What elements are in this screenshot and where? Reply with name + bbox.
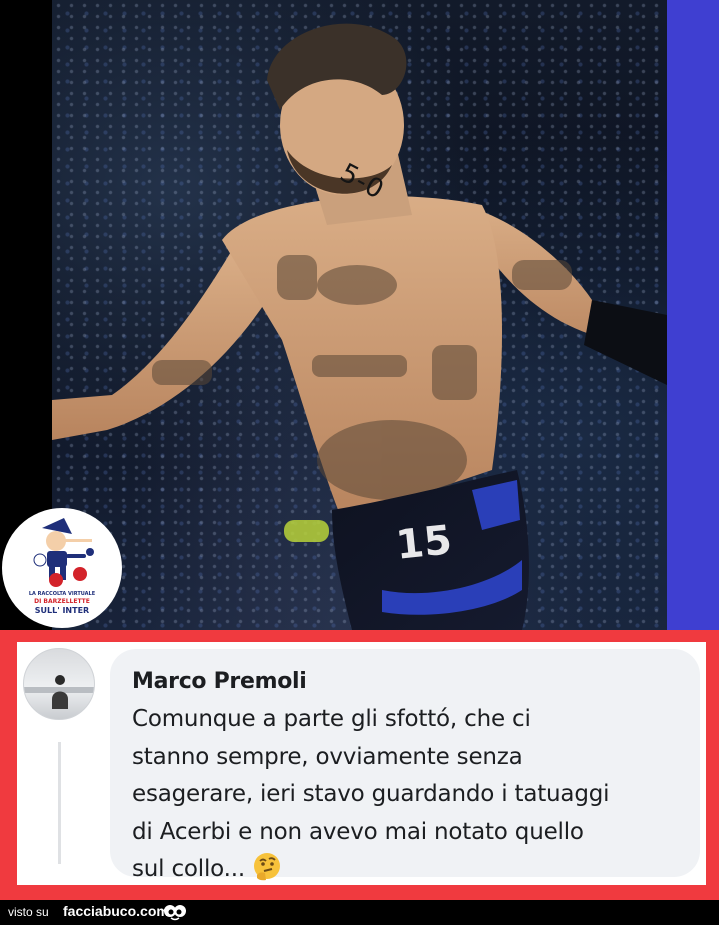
player-figure — [52, 23, 667, 630]
logo-text-line1: LA RACCOLTA VIRTUALE — [28, 591, 96, 597]
post-image[interactable]: 5-0 15 LA RACCOLTA VIRTUALE DI BARZELLET… — [0, 0, 719, 630]
thread-line — [58, 742, 61, 864]
watermark-footer: visto su facciabuco.com — [0, 900, 719, 925]
shorts-number: 15 — [393, 517, 454, 569]
visto-su-label: visto su — [8, 905, 49, 919]
barzellette-inter-logo: LA RACCOLTA VIRTUALE DI BARZELLETTE SULL… — [2, 508, 122, 628]
comment-bubble: Marco Premoli Comunque a parte gli sfott… — [110, 649, 700, 882]
logo-text-line3: SULL' INTER — [34, 606, 90, 615]
comment-body: Comunque a parte gli sfottó, che ci stan… — [132, 701, 687, 889]
thinking-face-icon — [251, 851, 283, 883]
avatar[interactable] — [23, 648, 95, 720]
player-photo: 5-0 15 — [52, 0, 667, 630]
comment-card: Marco Premoli Comunque a parte gli sfott… — [17, 642, 706, 885]
image-right-border — [667, 0, 719, 630]
comment-author[interactable]: Marco Premoli — [132, 669, 307, 694]
site-name[interactable]: facciabuco.com — [63, 903, 169, 919]
logo-text-line2: DI BARZELLETTE — [34, 598, 90, 605]
eyes-icon — [164, 905, 186, 921]
comment-text: Comunque a parte gli sfottó, che ci stan… — [132, 706, 610, 882]
person-icon — [24, 675, 94, 709]
comment-frame: Marco Premoli Comunque a parte gli sfott… — [0, 630, 719, 900]
